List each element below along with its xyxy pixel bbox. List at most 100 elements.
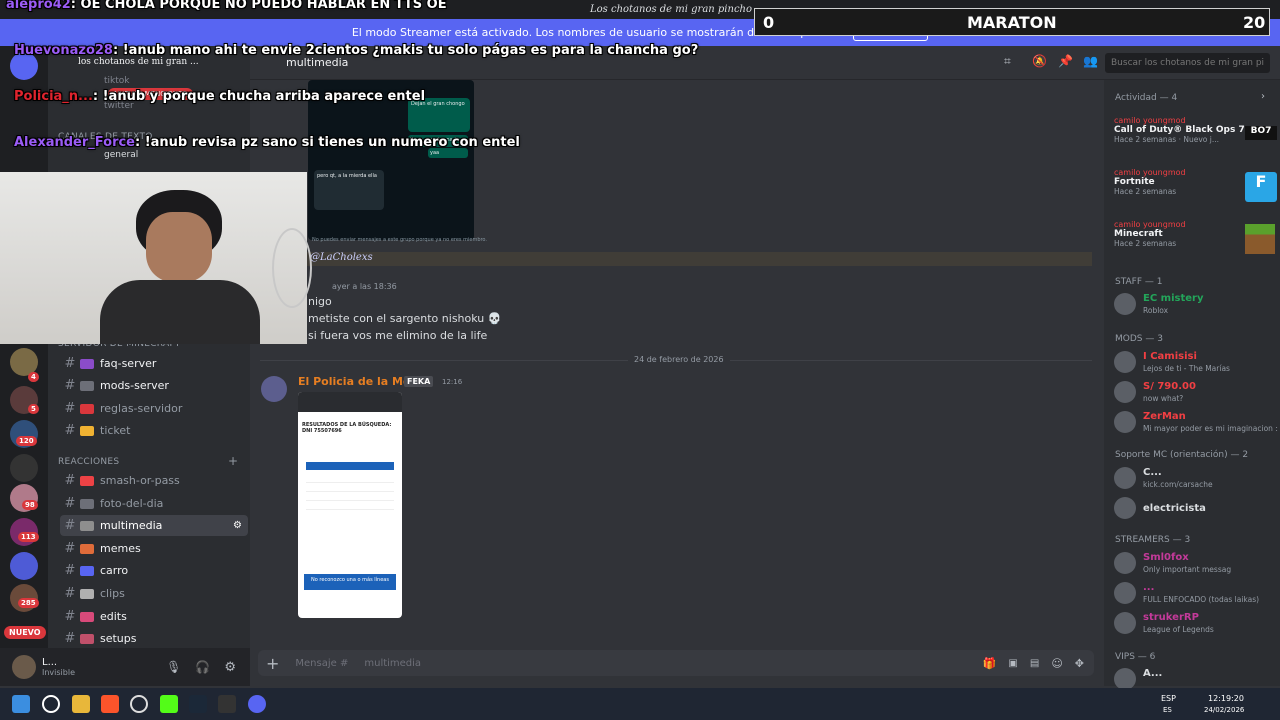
- member-status: Mi mayor poder es mi imaginacion :3: [1143, 424, 1278, 433]
- mute-bell-icon[interactable]: 🔕: [1032, 54, 1047, 68]
- activity-card[interactable]: camilo youngmod Fortnite Hace 2 semanas …: [1114, 168, 1277, 214]
- image-attachment[interactable]: RESULTADOS DE LA BÚSQUEDA: DNI 75507696 …: [298, 392, 402, 618]
- minecraft-logo-icon: [1245, 224, 1275, 254]
- channel-ticket[interactable]: # ticket: [60, 420, 248, 441]
- hash-icon: #: [64, 563, 76, 578]
- mention-badge: 285: [18, 598, 39, 608]
- server-icon[interactable]: [10, 52, 38, 80]
- member-item[interactable]: Sml0fox Only important messag: [1114, 549, 1278, 579]
- channel-setups[interactable]: # setups: [60, 628, 248, 649]
- activity-card[interactable]: camilo youngmod Call of Duty® Black Ops …: [1114, 116, 1277, 162]
- phone-status-bar: [298, 392, 402, 412]
- message-list: Dejan el gran chongo Yo no mandas nada y…: [250, 80, 1102, 640]
- member-item[interactable]: EC mistery Roblox: [1114, 290, 1278, 320]
- pin-icon[interactable]: 📌: [1058, 54, 1073, 68]
- message-composer[interactable]: + Mensaje # multimedia 🎁 ▣ ▤ ☺ ✥: [258, 650, 1094, 676]
- gif-icon[interactable]: ▣: [1008, 658, 1017, 669]
- member-item[interactable]: ZerMan Mi mayor poder es mi imaginacion :…: [1114, 408, 1278, 438]
- channel-tiktok[interactable]: tiktok: [104, 76, 130, 86]
- avatar: [1114, 497, 1136, 519]
- member-list: Actividad — 4 › camilo youngmod Call of …: [1104, 80, 1280, 690]
- apps-icon[interactable]: ✥: [1075, 657, 1084, 670]
- channel-memes[interactable]: # memes: [60, 538, 248, 559]
- file-explorer-icon[interactable]: [72, 695, 90, 713]
- microphone-icon[interactable]: 🎙: [166, 660, 181, 674]
- member-item[interactable]: ... FULL ENFOCADO (todas laikas): [1114, 579, 1278, 609]
- emoji-icon[interactable]: ☺: [1051, 657, 1062, 670]
- clock-time[interactable]: 12:19:20: [1208, 694, 1244, 703]
- activity-time: Hace 2 semanas: [1114, 135, 1177, 144]
- clock-date[interactable]: 24/02/2026: [1204, 706, 1244, 714]
- channel-multimedia[interactable]: # multimedia ⚙: [60, 515, 248, 536]
- server-name[interactable]: los chotanos de mi gran ...: [78, 57, 199, 67]
- member-name: I Camisisi: [1143, 351, 1197, 362]
- kick-icon[interactable]: [160, 695, 178, 713]
- layout-indicator[interactable]: ES: [1163, 706, 1172, 714]
- windows-start-icon[interactable]: [12, 695, 30, 713]
- channel-foto-del-dia[interactable]: # foto-del-dia: [60, 493, 248, 514]
- activity-card[interactable]: camilo youngmod Minecraft Hace 2 semanas: [1114, 220, 1275, 266]
- phone-bubble: Dejan el gran chongo: [408, 98, 470, 132]
- channel-twitter[interactable]: twitter: [104, 101, 134, 111]
- group-streamers: STREAMERS — 3: [1115, 535, 1191, 545]
- brave-icon[interactable]: [101, 695, 119, 713]
- search-input[interactable]: [1105, 53, 1270, 73]
- new-badge[interactable]: NUEVO: [4, 626, 46, 639]
- hash-icon: #: [64, 541, 76, 556]
- hash-icon: #: [64, 518, 76, 533]
- server-icon[interactable]: [10, 552, 38, 580]
- member-item[interactable]: C... kick.com/carsache: [1114, 464, 1278, 494]
- add-channel-icon[interactable]: +: [228, 454, 238, 468]
- chat-screenshot-image[interactable]: Dejan el gran chongo Yo no mandas nada y…: [308, 80, 487, 243]
- chevron-right-icon[interactable]: ›: [1261, 91, 1265, 102]
- discord-icon[interactable]: [248, 695, 266, 713]
- headphones-icon[interactable]: 🎧: [195, 660, 210, 674]
- member-item[interactable]: S/ 790.00 now what?: [1114, 378, 1278, 408]
- score-right: 20: [1243, 13, 1266, 32]
- member-name: ...: [1143, 582, 1155, 593]
- avatar[interactable]: [12, 655, 36, 679]
- channel-general[interactable]: general: [104, 150, 138, 160]
- channel-faq-server[interactable]: # faq-server: [60, 353, 248, 374]
- search-icon[interactable]: [42, 695, 60, 713]
- message-line: si fuera vos me elimino de la life: [308, 329, 488, 342]
- add-attachment-icon[interactable]: +: [266, 654, 279, 673]
- avatar[interactable]: [261, 376, 287, 402]
- gear-icon[interactable]: ⚙: [233, 520, 242, 531]
- member-item[interactable]: electricista: [1114, 494, 1278, 524]
- image-table-header: [306, 462, 394, 470]
- mention-text[interactable]: @LaCholexs: [310, 252, 373, 263]
- hash-icon: #: [64, 356, 76, 371]
- score-title: MARATON: [967, 13, 1057, 32]
- channel-mods-server[interactable]: # mods-server: [60, 375, 248, 396]
- new-mentions-pill[interactable]: NUEVAS MENCIONES: [108, 88, 193, 100]
- settings-gear-icon[interactable]: ⚙: [224, 660, 236, 675]
- group-staff: STAFF — 1: [1115, 277, 1163, 287]
- category-reactions[interactable]: REACCIONES: [58, 457, 119, 467]
- channel-reglas-servidor[interactable]: # reglas-servidor: [60, 398, 248, 419]
- mention-badge: 113: [18, 532, 39, 542]
- category-text-channels[interactable]: CANALES DE TEXTO: [58, 132, 153, 142]
- member-item[interactable]: strukerRP League of Legends: [1114, 609, 1278, 639]
- group-support: Soporte MC (orientación) — 2: [1115, 450, 1249, 460]
- server-icon[interactable]: [10, 454, 38, 482]
- channel-carro[interactable]: # carro: [60, 560, 248, 581]
- gift-icon[interactable]: 🎁: [983, 657, 997, 670]
- member-name: EC mistery: [1143, 293, 1204, 304]
- channel-smash-or-pass[interactable]: # smash-or-pass: [60, 470, 248, 491]
- channel-clips[interactable]: # clips: [60, 583, 248, 604]
- epic-games-icon[interactable]: [218, 695, 236, 713]
- member-item[interactable]: I Camisisi Lejos de ti - The Marías: [1114, 348, 1278, 378]
- channel-emoji-icon: [80, 633, 94, 644]
- phone-note: No puedes enviar mensajes a este grupo p…: [312, 237, 487, 243]
- language-indicator[interactable]: ESP: [1161, 694, 1176, 703]
- person-body: [100, 280, 260, 344]
- threads-icon[interactable]: ⌗: [1004, 54, 1011, 69]
- members-icon[interactable]: 👥: [1083, 54, 1098, 68]
- sticker-icon[interactable]: ▤: [1030, 658, 1039, 669]
- steam-icon[interactable]: [189, 695, 207, 713]
- channel-edits[interactable]: # edits: [60, 606, 248, 627]
- member-status: Lejos de ti - The Marías: [1143, 364, 1230, 373]
- activity-user: camilo youngmod: [1114, 116, 1186, 125]
- obs-icon[interactable]: [130, 695, 148, 713]
